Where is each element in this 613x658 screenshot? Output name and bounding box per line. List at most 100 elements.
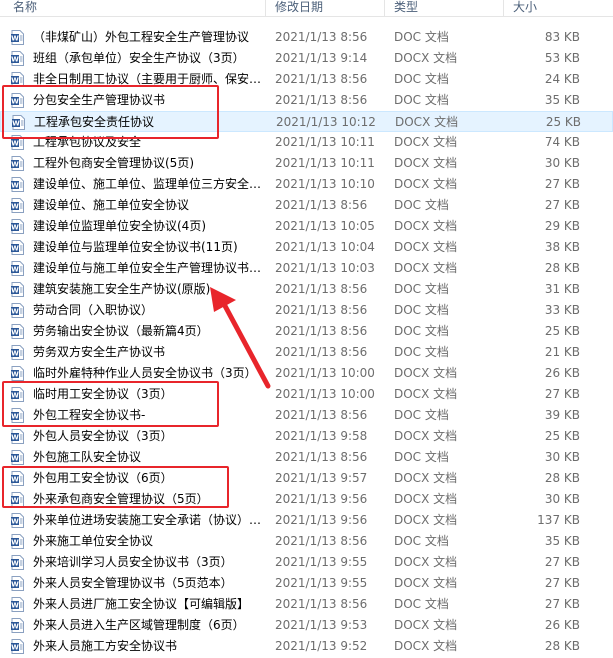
- file-name: 外包工程安全协议书-: [33, 408, 146, 422]
- file-type: DOCX 文档: [394, 240, 458, 254]
- word-document-icon: W: [11, 177, 24, 192]
- file-name: 外来施工单位安全协议: [33, 534, 154, 548]
- word-document-icon: W: [11, 345, 24, 360]
- file-row[interactable]: W 外包用工安全协议（6页） 2021/1/13 9:57 DOCX 文档 28 KB: [0, 468, 613, 489]
- column-header-size[interactable]: 大小: [500, 0, 537, 17]
- file-type: DOCX 文档: [394, 618, 458, 632]
- file-modified-date: 2021/1/13 8:56: [275, 72, 368, 86]
- file-row[interactable]: W （非煤矿山）外包工程安全生产管理协议 2021/1/13 8:56 DOC 文档 8…: [0, 27, 613, 48]
- file-row[interactable]: W 劳务输出安全协议（最新篇4页） 2021/1/13 8:56 DOC 文档 25 K…: [0, 321, 613, 342]
- file-size: 25 KB: [545, 115, 581, 129]
- file-name: 工程外包商安全管理协议(5页): [33, 156, 194, 170]
- file-row[interactable]: W 建设单位、施工单位安全协议 2021/1/13 8:56 DOC 文档 27 KB: [0, 195, 613, 216]
- file-type: DOCX 文档: [395, 115, 459, 129]
- file-name: 临时外雇特种作业人员安全协议书（3页）: [33, 366, 257, 380]
- word-document-icon: W: [11, 366, 24, 381]
- file-row[interactable]: W 建设单位与施工单位安全生产管理协议书… 2021/1/13 10:03 DOCX …: [0, 258, 613, 279]
- file-type: DOC 文档: [394, 324, 449, 338]
- file-row[interactable]: W 劳动合同（入职协议） 2021/1/13 8:56 DOC 文档 33 KB: [0, 300, 613, 321]
- svg-text:W: W: [11, 266, 19, 274]
- word-document-icon: W: [11, 324, 24, 339]
- file-name: 外来单位进场安装施工安全承诺（协议）…: [33, 513, 262, 527]
- word-document-icon: W: [11, 261, 24, 276]
- file-row[interactable]: W 外来人员安全管理协议书（5页范本） 2021/1/13 9:55 DOCX 文档 2…: [0, 573, 613, 594]
- file-type: DOCX 文档: [394, 492, 458, 506]
- file-row[interactable]: W 劳务双方安全生产协议书 2021/1/13 8:56 DOC 文档 21 KB: [0, 342, 613, 363]
- file-row[interactable]: W 建设单位监理单位安全协议(4页) 2021/1/13 10:05 DOCX 文档 2…: [0, 216, 613, 237]
- file-modified-date: 2021/1/13 8:56: [275, 303, 368, 317]
- file-modified-date: 2021/1/13 10:05: [275, 219, 375, 233]
- word-document-icon: W: [11, 534, 24, 549]
- svg-text:W: W: [11, 56, 19, 64]
- file-row[interactable]: W 外包人员安全协议（3页） 2021/1/13 9:58 DOCX 文档 25 KB: [0, 426, 613, 447]
- svg-text:W: W: [11, 98, 19, 106]
- file-name: 非全日制用工协议（主要用于厨师、保安…: [33, 72, 262, 86]
- word-document-icon: W: [11, 219, 24, 234]
- file-row[interactable]: W 外来施工单位安全协议 2021/1/13 8:56 DOC 文档 35 KB: [0, 531, 613, 552]
- file-row[interactable]: W 工程承包安全责任协议 2021/1/13 10:12 DOCX 文档 25 KB: [0, 111, 613, 132]
- file-name: 分包安全生产管理协议书: [33, 93, 166, 107]
- svg-text:W: W: [11, 245, 19, 253]
- word-document-icon: W: [12, 115, 25, 130]
- file-type: DOC 文档: [394, 72, 449, 86]
- file-row[interactable]: W 建筑安装施工安全生产协议(原版) 2021/1/13 8:56 DOC 文档 31 …: [0, 279, 613, 300]
- file-type: DOCX 文档: [394, 177, 458, 191]
- file-row[interactable]: W 临时外雇特种作业人员安全协议书（3页） 2021/1/13 10:00 DOCX …: [0, 363, 613, 384]
- file-name: 建设单位与施工单位安全生产管理协议书…: [33, 261, 262, 275]
- column-header-name[interactable]: 名称: [0, 0, 37, 17]
- word-document-icon: W: [11, 135, 24, 150]
- file-type: DOC 文档: [394, 597, 449, 611]
- file-row[interactable]: W 工程承包协议及安全 2021/1/13 10:11 DOCX 文档 74 KB: [0, 132, 613, 153]
- file-row[interactable]: W 分包安全生产管理协议书 2021/1/13 8:56 DOC 文档 35 KB: [0, 90, 613, 111]
- svg-text:W: W: [11, 371, 19, 379]
- file-size: 83 KB: [544, 30, 580, 44]
- file-row[interactable]: W 外包施工队安全协议 2021/1/13 8:56 DOC 文档 30 KB: [0, 447, 613, 468]
- column-header-date[interactable]: 修改日期: [262, 0, 323, 17]
- file-name: 劳务双方安全生产协议书: [33, 345, 166, 359]
- svg-text:W: W: [11, 581, 19, 589]
- file-type: DOCX 文档: [394, 387, 458, 401]
- file-size: 30 KB: [544, 492, 580, 506]
- file-row[interactable]: W 建设单位、施工单位、监理单位三方安全… 2021/1/13 10:10 DOCX …: [0, 174, 613, 195]
- file-type: DOCX 文档: [394, 219, 458, 233]
- file-modified-date: 2021/1/13 8:56: [275, 534, 368, 548]
- svg-text:W: W: [11, 77, 19, 85]
- file-modified-date: 2021/1/13 9:58: [275, 429, 368, 443]
- file-row[interactable]: W 外包工程安全协议书- 2021/1/13 8:56 DOC 文档 39 KB: [0, 405, 613, 426]
- file-row[interactable]: W 外来人员施工方安全协议书 2021/1/13 9:52 DOCX 文档 28 KB: [0, 636, 613, 657]
- word-document-icon: W: [11, 51, 24, 66]
- word-document-icon: W: [11, 72, 24, 87]
- file-size: 39 KB: [544, 408, 580, 422]
- file-name: 临时用工安全协议（3页）: [33, 387, 173, 401]
- file-modified-date: 2021/1/13 9:56: [275, 513, 368, 527]
- file-size: 26 KB: [544, 618, 580, 632]
- file-type: DOCX 文档: [394, 156, 458, 170]
- file-row[interactable]: W 外来单位进场安装施工安全承诺（协议）… 2021/1/13 9:56 DOCX 文…: [0, 510, 613, 531]
- file-row[interactable]: W 外来人员进厂施工安全协议【可编辑版】 2021/1/13 8:56 DOC 文档 2…: [0, 594, 613, 615]
- svg-text:W: W: [11, 35, 19, 43]
- svg-text:W: W: [11, 287, 19, 295]
- column-header-type[interactable]: 类型: [381, 0, 418, 17]
- file-row[interactable]: W 班组（承包单位）安全生产协议（3页） 2021/1/13 9:14 DOCX 文档…: [0, 48, 613, 69]
- word-document-icon: W: [11, 156, 24, 171]
- file-row[interactable]: W 外来人员进入生产区域管理制度（6页） 2021/1/13 9:53 DOCX 文档…: [0, 615, 613, 636]
- svg-text:W: W: [11, 434, 19, 442]
- file-modified-date: 2021/1/13 8:56: [275, 324, 368, 338]
- word-document-icon: W: [11, 240, 24, 255]
- file-name: 建设单位、施工单位、监理单位三方安全…: [33, 177, 262, 191]
- file-type: DOCX 文档: [394, 429, 458, 443]
- svg-text:W: W: [11, 518, 19, 526]
- file-list: W （非煤矿山）外包工程安全生产管理协议 2021/1/13 8:56 DOC 文档 8…: [0, 27, 613, 657]
- file-size: 137 KB: [537, 513, 580, 527]
- word-document-icon: W: [11, 429, 24, 444]
- file-row[interactable]: W 工程外包商安全管理协议(5页) 2021/1/13 10:11 DOCX 文档 30…: [0, 153, 613, 174]
- file-row[interactable]: W 外来承包商安全管理协议（5页） 2021/1/13 9:56 DOCX 文档 30 …: [0, 489, 613, 510]
- file-row[interactable]: W 临时用工安全协议（3页） 2021/1/13 10:00 DOCX 文档 27 KB: [0, 384, 613, 405]
- file-row[interactable]: W 非全日制用工协议（主要用于厨师、保安… 2021/1/13 8:56 DOC 文档…: [0, 69, 613, 90]
- word-document-icon: W: [11, 597, 24, 612]
- file-row[interactable]: W 外来培训学习人员安全协议书（3页） 2021/1/13 9:55 DOCX 文档 2…: [0, 552, 613, 573]
- svg-text:W: W: [11, 560, 19, 568]
- file-row[interactable]: W 建设单位与监理单位安全协议书(11页) 2021/1/13 10:04 DOCX …: [0, 237, 613, 258]
- file-name: 劳动合同（入职协议）: [33, 303, 154, 317]
- file-size: 27 KB: [544, 597, 580, 611]
